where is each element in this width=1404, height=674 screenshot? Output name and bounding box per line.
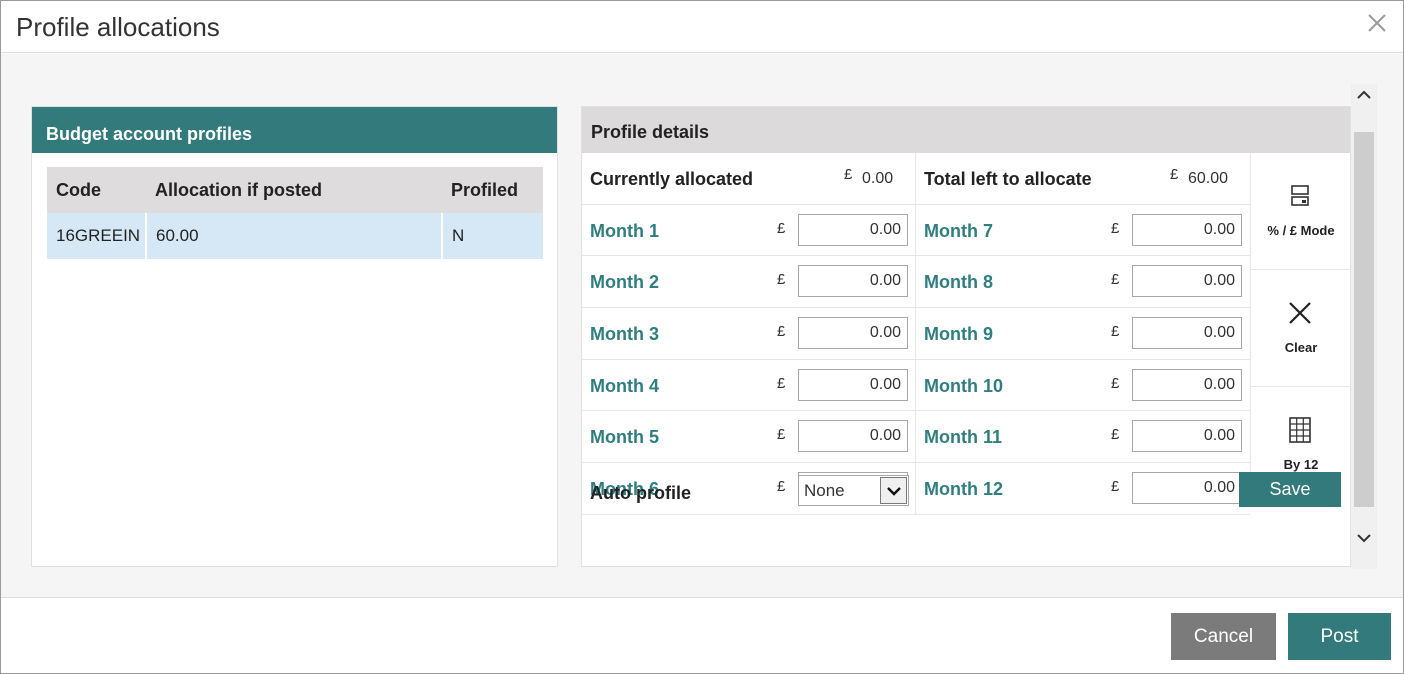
auto-profile-row: Auto profile None Save [582, 464, 1352, 518]
table-header-row: Code Allocation if posted Profiled [47, 167, 543, 213]
month-1-input[interactable] [798, 213, 908, 246]
month-cell: Month 9 £ [916, 308, 1250, 359]
clear-icon [1289, 302, 1311, 324]
currency-symbol: £ [1111, 374, 1120, 392]
currently-allocated-cell: Currently allocated £ 0.00 [582, 153, 916, 204]
month-2-input[interactable] [798, 265, 908, 298]
month-11-input[interactable] [1132, 420, 1242, 453]
mode-toggle-label: % / £ Mode [1267, 223, 1335, 238]
scroll-up-button[interactable] [1351, 84, 1377, 106]
month-7-input[interactable] [1132, 213, 1242, 246]
month-11-link[interactable]: Month 11 [924, 427, 1002, 448]
table-row[interactable]: 16GREEIN 60.00 N [47, 213, 543, 259]
mode-toggle-button[interactable]: % / £ Mode [1250, 153, 1350, 270]
currency-symbol: £ [844, 166, 853, 183]
clear-button[interactable]: Clear [1250, 270, 1350, 387]
save-button[interactable]: Save [1239, 472, 1341, 507]
currency-symbol: £ [777, 219, 786, 237]
cancel-button[interactable]: Cancel [1171, 613, 1276, 660]
month-row: Month 3 £ Month 9 £ [582, 308, 1250, 360]
column-header-code[interactable]: Code [47, 167, 146, 213]
column-header-profiled[interactable]: Profiled [442, 167, 543, 213]
month-4-input[interactable] [798, 368, 908, 401]
month-2-link[interactable]: Month 2 [590, 272, 659, 293]
month-cell: Month 2 £ [582, 256, 916, 308]
currency-symbol: £ [1111, 323, 1120, 341]
profile-details-panel: Profile details Currently allocated £ 0.… [581, 106, 1351, 567]
month-cell: Month 4 £ [582, 359, 916, 411]
vertical-scrollbar[interactable] [1351, 84, 1377, 569]
dialog-title: Profile allocations [16, 12, 220, 42]
clear-label: Clear [1284, 340, 1318, 355]
scroll-down-button[interactable] [1351, 527, 1377, 549]
month-3-link[interactable]: Month 3 [590, 324, 659, 345]
total-left-label: Total left to allocate [924, 169, 1092, 189]
budget-account-profiles-heading: Budget account profiles [32, 107, 557, 153]
post-button[interactable]: Post [1288, 613, 1391, 660]
dialog-body: Budget account profiles Code Allocation … [1, 54, 1403, 598]
currency-symbol: £ [777, 323, 786, 341]
month-cell: Month 1 £ [582, 204, 916, 256]
currency-symbol: £ [1111, 219, 1120, 237]
currency-symbol: £ [777, 426, 786, 444]
month-9-link[interactable]: Month 9 [924, 324, 993, 345]
allocation-grid: Currently allocated £ 0.00 Total left to… [582, 153, 1250, 515]
month-9-input[interactable] [1132, 317, 1242, 350]
profile-allocations-dialog: Profile allocations Budget account profi… [0, 0, 1404, 674]
currency-symbol: £ [1111, 271, 1120, 289]
month-1-link[interactable]: Month 1 [590, 221, 659, 242]
dialog-header: Profile allocations [1, 1, 1403, 53]
mode-toggle-icon [1291, 185, 1309, 206]
month-row: Month 5 £ Month 11 £ [582, 411, 1250, 464]
month-8-link[interactable]: Month 8 [924, 272, 993, 293]
currency-symbol: £ [1170, 166, 1179, 183]
budget-account-profiles-panel: Budget account profiles Code Allocation … [31, 106, 558, 567]
grid-icon [1289, 417, 1311, 443]
column-header-allocation[interactable]: Allocation if posted [146, 167, 442, 213]
month-row: Month 1 £ Month 7 £ [582, 204, 1250, 257]
chevron-down-icon [886, 486, 901, 496]
cell-profiled: N [442, 213, 543, 259]
chevron-up-icon [1357, 90, 1371, 99]
summary-row: Currently allocated £ 0.00 Total left to… [582, 153, 1250, 205]
currency-symbol: £ [777, 271, 786, 289]
currently-allocated-value: 0.00 [862, 170, 894, 187]
select-arrow[interactable] [880, 477, 907, 504]
month-3-input[interactable] [798, 317, 908, 350]
month-cell: Month 11 £ [916, 411, 1250, 462]
auto-profile-selected-value: None [804, 481, 845, 500]
month-cell: Month 10 £ [916, 360, 1250, 411]
month-10-link[interactable]: Month 10 [924, 376, 1003, 397]
auto-profile-select[interactable]: None [798, 475, 909, 506]
month-row: Month 2 £ Month 8 £ [582, 256, 1250, 309]
chevron-down-icon [1357, 534, 1371, 543]
tool-column: % / £ Mode Clear By 12 [1250, 153, 1350, 510]
month-cell: Month 5 £ [582, 411, 916, 463]
scroll-thumb[interactable] [1354, 132, 1374, 507]
dialog-footer: Cancel Post [1, 599, 1403, 673]
month-5-input[interactable] [798, 420, 908, 453]
month-10-input[interactable] [1132, 368, 1242, 401]
total-left-value: 60.00 [1188, 170, 1229, 187]
close-button[interactable] [1365, 11, 1389, 35]
month-cell: Month 8 £ [916, 256, 1250, 307]
auto-profile-label: Auto profile [590, 483, 691, 503]
month-8-input[interactable] [1132, 265, 1242, 298]
month-7-link[interactable]: Month 7 [924, 221, 993, 242]
profile-details-heading: Profile details [582, 107, 1350, 153]
cell-code: 16GREEIN [47, 213, 147, 259]
total-left-cell: Total left to allocate £ 60.00 [916, 153, 1250, 204]
profiles-table: Code Allocation if posted Profiled 16GRE… [47, 167, 543, 259]
currency-symbol: £ [1111, 426, 1120, 444]
month-5-link[interactable]: Month 5 [590, 427, 659, 448]
cell-allocation: 60.00 [146, 213, 443, 259]
month-cell: Month 7 £ [916, 205, 1250, 256]
month-row: Month 4 £ Month 10 £ [582, 359, 1250, 412]
currently-allocated-label: Currently allocated [590, 169, 754, 189]
month-4-link[interactable]: Month 4 [590, 376, 659, 397]
month-cell: Month 3 £ [582, 308, 916, 359]
currency-symbol: £ [777, 374, 786, 392]
close-icon [1368, 14, 1386, 32]
